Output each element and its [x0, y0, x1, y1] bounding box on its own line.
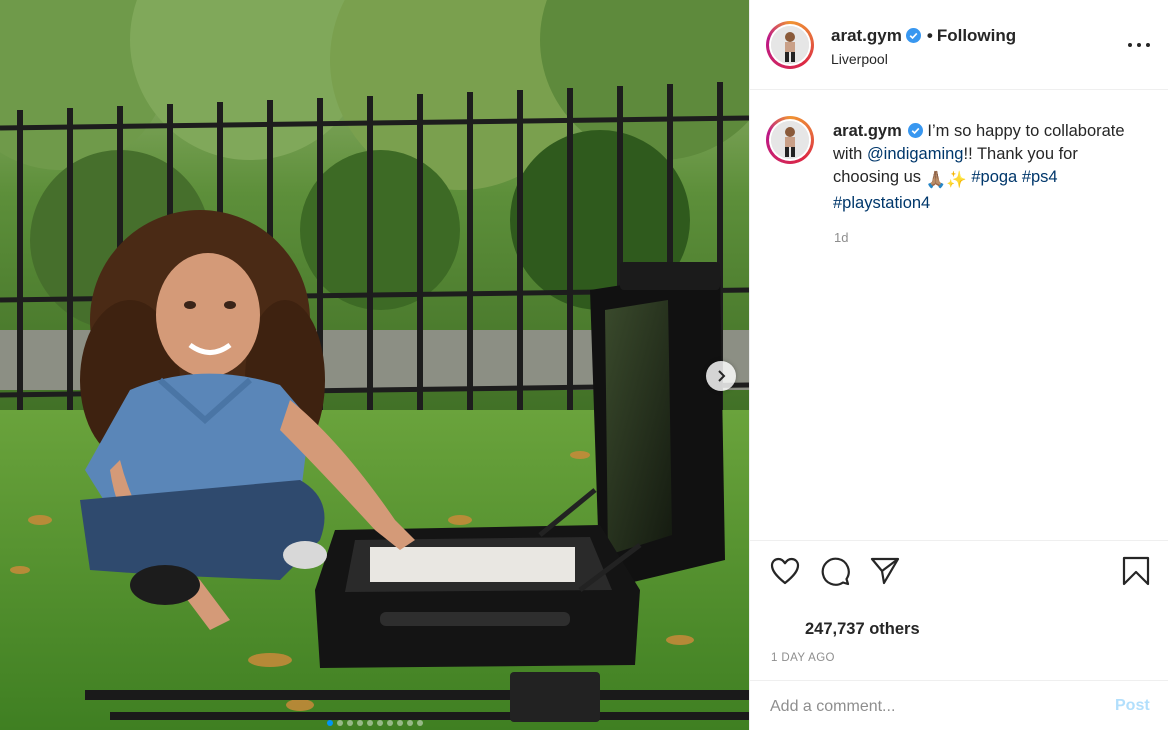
more-dot: [1128, 43, 1132, 47]
carousel-dot: [366, 720, 373, 726]
carousel-indicator: [0, 720, 749, 726]
next-photo-button[interactable]: [706, 361, 736, 391]
carousel-dot: [326, 720, 333, 726]
chevron-right-icon: [718, 370, 726, 382]
more-options-button[interactable]: [1128, 38, 1150, 52]
post-date[interactable]: 1 DAY AGO: [771, 652, 835, 664]
caption-emojis: 🙏🏽✨: [925, 171, 967, 189]
share-icon[interactable]: [869, 555, 901, 587]
post-photo: [0, 0, 749, 730]
username-link[interactable]: arat.gym: [831, 26, 902, 45]
carousel-dot: [386, 720, 393, 726]
carousel-dot: [396, 720, 403, 726]
post-actions: [750, 540, 1168, 600]
more-dot: [1146, 43, 1150, 47]
post-caption: arat.gym I’m so happy to collaborate wit…: [833, 120, 1143, 215]
caption-username-link[interactable]: arat.gym: [833, 122, 902, 140]
avatar[interactable]: [766, 21, 814, 69]
carousel-dot: [356, 720, 363, 726]
hashtag-link[interactable]: #poga: [971, 168, 1017, 186]
location-link[interactable]: Liverpool: [831, 51, 888, 67]
more-dot: [1137, 43, 1141, 47]
verified-badge-icon: [905, 28, 921, 43]
caption-timestamp[interactable]: 1d: [834, 230, 848, 245]
hashtag-link[interactable]: #playstation4: [833, 194, 930, 212]
carousel-dot: [406, 720, 413, 726]
following-button[interactable]: Following: [937, 26, 1016, 45]
header-title: arat.gym • Following: [831, 26, 1016, 46]
separator-dot: •: [926, 26, 933, 45]
hashtag-link[interactable]: #ps4: [1022, 168, 1058, 186]
photo-image: [0, 0, 749, 730]
likes-count[interactable]: 247,737 others: [805, 620, 920, 639]
avatar-image: [771, 121, 809, 159]
verified-badge-icon: [907, 123, 923, 138]
comment-icon[interactable]: [819, 555, 851, 587]
comment-form: Post: [750, 680, 1168, 730]
post-side-panel: arat.gym • Following Liverpool arat.gym I’…: [749, 0, 1168, 730]
avatar-image: [771, 26, 809, 64]
heart-icon[interactable]: [769, 555, 801, 587]
carousel-dot: [336, 720, 343, 726]
carousel-dot: [346, 720, 353, 726]
carousel-dot: [416, 720, 423, 726]
carousel-dot: [376, 720, 383, 726]
comment-input[interactable]: [770, 695, 1090, 719]
post-comment-button[interactable]: Post: [1115, 697, 1150, 715]
mention-link[interactable]: @indigaming: [867, 145, 964, 163]
bookmark-icon[interactable]: [1120, 555, 1152, 587]
post-header: arat.gym • Following Liverpool: [750, 0, 1168, 90]
caption-avatar[interactable]: [766, 116, 814, 164]
